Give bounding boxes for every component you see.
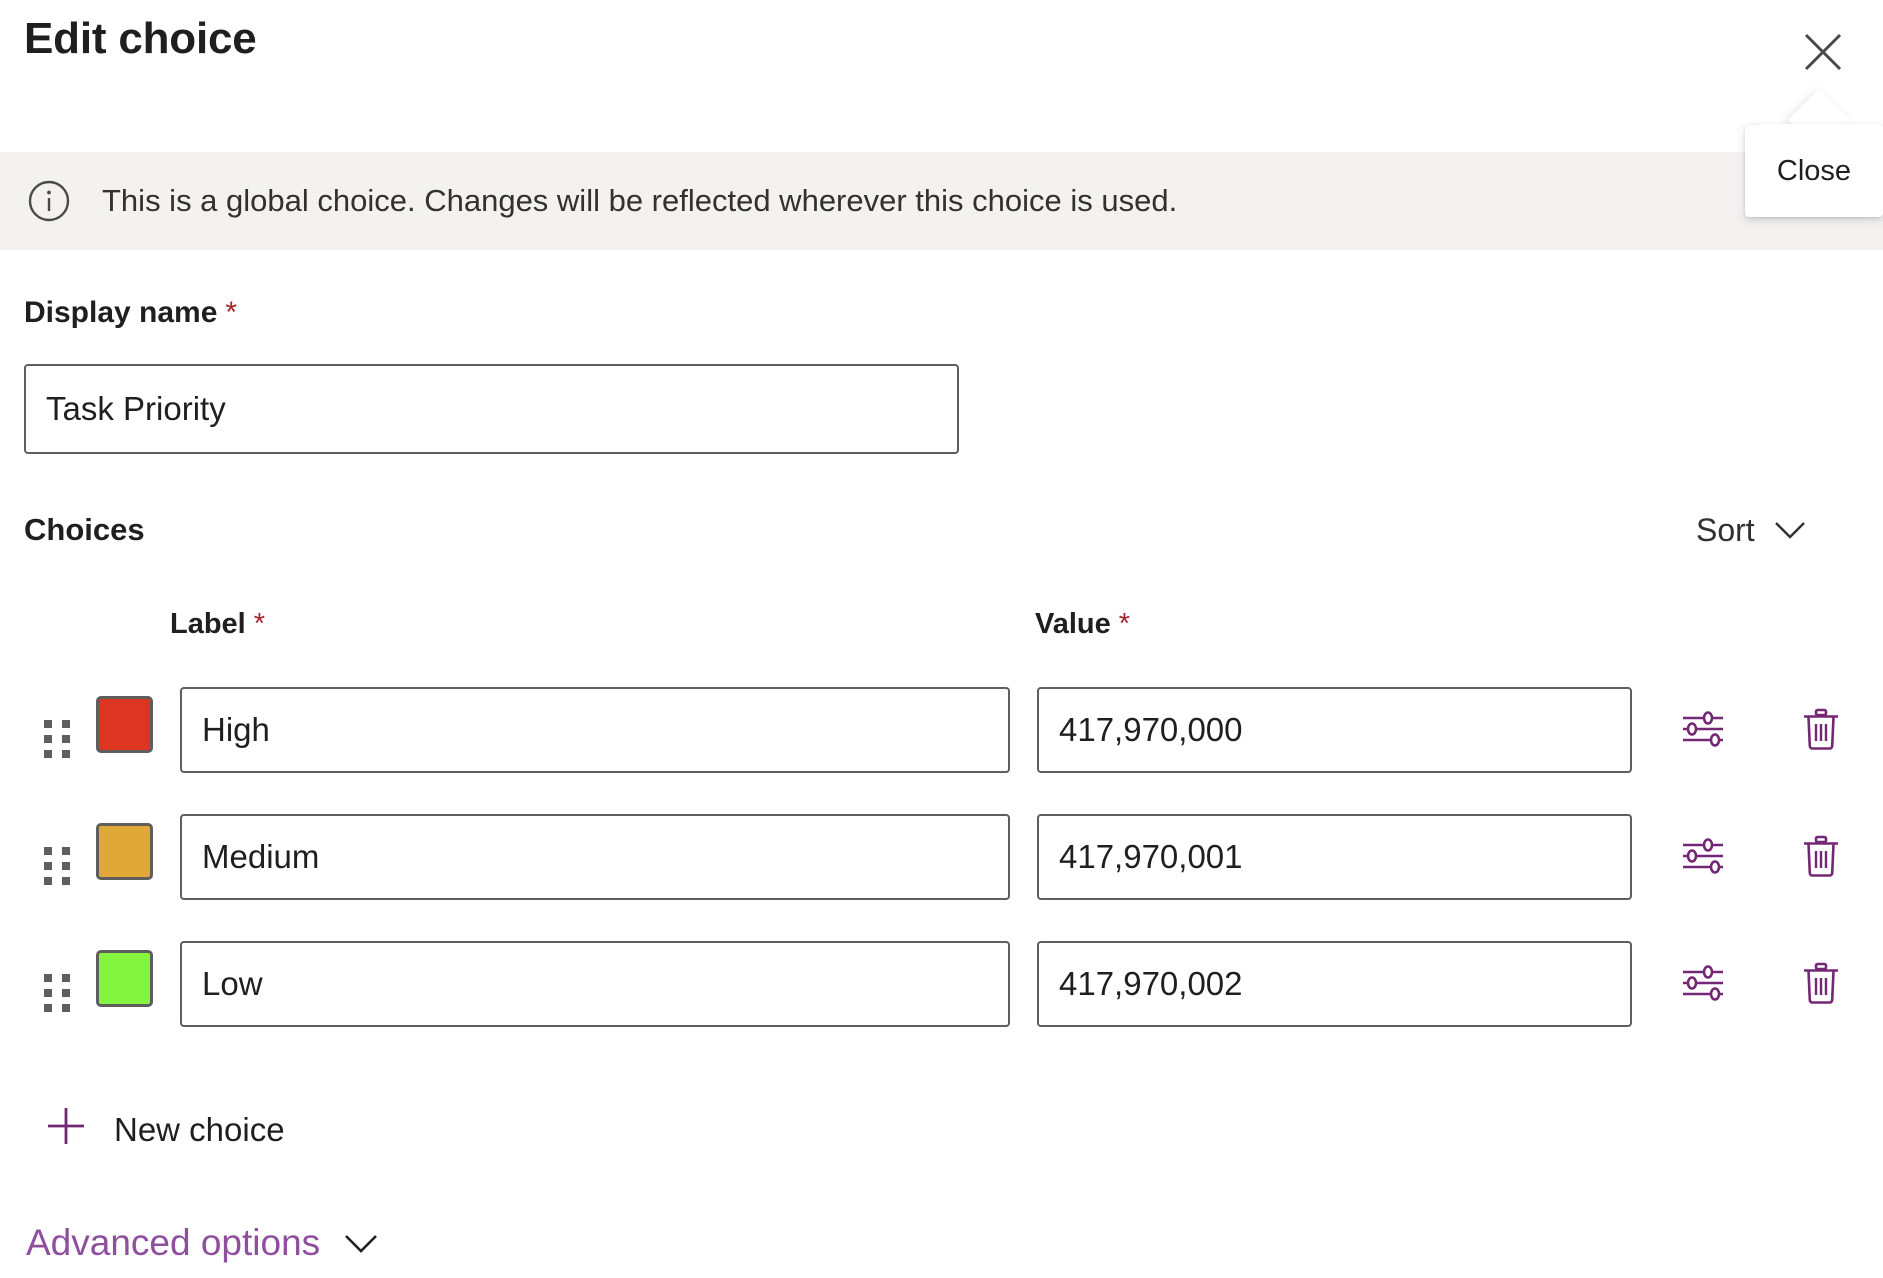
sliders-icon xyxy=(1678,704,1728,757)
info-icon xyxy=(26,178,72,224)
choice-rows xyxy=(0,676,1883,1057)
close-icon xyxy=(1800,29,1846,75)
column-header-value-text: Value xyxy=(1035,608,1111,640)
trash-icon xyxy=(1796,958,1846,1011)
column-header-value: Value* xyxy=(1035,608,1130,641)
choice-delete-button[interactable] xyxy=(1790,699,1852,761)
drag-handle-icon[interactable] xyxy=(44,847,70,885)
display-name-required-marker: * xyxy=(225,296,237,329)
sliders-icon xyxy=(1678,831,1728,884)
page-title: Edit choice xyxy=(24,14,257,64)
value-required-marker: * xyxy=(1119,608,1130,640)
table-row xyxy=(0,803,1883,930)
info-message-text: This is a global choice. Changes will be… xyxy=(102,182,1177,221)
table-row xyxy=(0,930,1883,1057)
close-tooltip-arrow-mask xyxy=(1760,124,1880,150)
choice-delete-button[interactable] xyxy=(1790,953,1852,1015)
label-required-marker: * xyxy=(254,608,265,640)
edit-choice-panel: Edit choice This is a global choice. Cha… xyxy=(0,0,1883,1278)
new-choice-button[interactable]: New choice xyxy=(28,1092,299,1168)
choice-delete-button[interactable] xyxy=(1790,826,1852,888)
sort-button[interactable]: Sort xyxy=(1690,508,1813,553)
advanced-options-toggle[interactable]: Advanced options xyxy=(20,1218,386,1268)
plus-icon xyxy=(42,1102,90,1158)
new-choice-label: New choice xyxy=(114,1111,285,1149)
choice-settings-button[interactable] xyxy=(1672,953,1734,1015)
info-message-bar: This is a global choice. Changes will be… xyxy=(0,152,1883,250)
drag-handle-icon[interactable] xyxy=(44,720,70,758)
close-button[interactable] xyxy=(1793,22,1853,82)
display-name-label: Display name* xyxy=(24,296,237,330)
table-row xyxy=(0,676,1883,803)
choice-settings-button[interactable] xyxy=(1672,699,1734,761)
column-header-label: Label* xyxy=(170,608,265,641)
chevron-down-icon xyxy=(1773,512,1807,549)
color-swatch[interactable] xyxy=(96,823,153,880)
choice-label-input[interactable] xyxy=(180,814,1010,900)
color-swatch[interactable] xyxy=(96,950,153,1007)
column-header-label-text: Label xyxy=(170,608,246,640)
choice-value-input[interactable] xyxy=(1037,941,1632,1027)
sort-button-label: Sort xyxy=(1696,512,1755,549)
drag-handle-icon[interactable] xyxy=(44,974,70,1012)
choices-section-title: Choices xyxy=(24,512,145,548)
color-swatch[interactable] xyxy=(96,696,153,753)
choice-value-input[interactable] xyxy=(1037,814,1632,900)
advanced-options-label: Advanced options xyxy=(26,1222,320,1264)
choice-settings-button[interactable] xyxy=(1672,826,1734,888)
choice-label-input[interactable] xyxy=(180,941,1010,1027)
chevron-down-icon xyxy=(342,1222,380,1264)
choice-value-input[interactable] xyxy=(1037,687,1632,773)
panel-header: Edit choice xyxy=(0,0,1883,152)
display-name-label-text: Display name xyxy=(24,296,217,329)
close-tooltip-text: Close xyxy=(1777,157,1851,186)
choice-label-input[interactable] xyxy=(180,687,1010,773)
sliders-icon xyxy=(1678,958,1728,1011)
trash-icon xyxy=(1796,831,1846,884)
display-name-input[interactable] xyxy=(24,364,959,454)
trash-icon xyxy=(1796,704,1846,757)
